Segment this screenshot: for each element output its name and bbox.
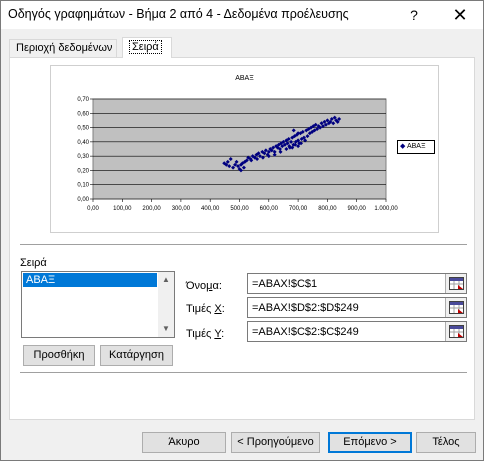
x-values-field[interactable] (247, 297, 467, 318)
y-tick-label: 0,70 (77, 97, 89, 103)
name-input[interactable] (248, 274, 445, 293)
x-tick-label: 600,00 (260, 206, 279, 212)
range-picker-icon (449, 301, 464, 314)
chart-legend: ◆ ABAΞ (397, 140, 435, 154)
finish-button[interactable]: Τέλος (416, 432, 476, 453)
y-tick-label: 0,30 (77, 154, 89, 160)
x-tick-label: 200,00 (142, 206, 161, 212)
tab-series[interactable]: Σειρά (122, 37, 172, 58)
x-tick-label: 100,00 (113, 206, 132, 212)
x-tick-label: 700,00 (289, 206, 308, 212)
title-bar: Οδηγός γραφημάτων - Βήμα 2 από 4 - Δεδομ… (1, 1, 483, 29)
y-tick-label: 0,00 (77, 197, 89, 203)
series-tab-panel: ABAΞ 0,00 0,10 0,20 0,30 0,40 0,50 0,60 0,70 0,0… (9, 57, 475, 420)
x-tick-label: 0,00 (87, 206, 99, 212)
x-tick-label: 1.000,00 (374, 206, 398, 212)
legend-entry: ABAΞ (406, 143, 426, 150)
scroll-down-icon[interactable]: ▼ (158, 321, 174, 337)
y-range-picker-button[interactable] (445, 322, 466, 341)
y-tick-label: 0,20 (77, 168, 89, 174)
x-label-text: Τιμές (186, 303, 215, 315)
x-tick-label: 500,00 (230, 206, 249, 212)
plot-area (92, 98, 387, 200)
range-picker-icon (449, 277, 464, 290)
y-label-text: Τιμές (186, 328, 215, 340)
add-series-button[interactable]: Προσθήκη (23, 345, 95, 366)
tab-series-label: Σειρά (129, 40, 162, 54)
name-range-picker-button[interactable] (445, 274, 466, 293)
remove-series-button[interactable]: Κατάργηση (100, 345, 173, 366)
y-tick-label: 0,40 (77, 140, 89, 146)
x-tick-label: 900,00 (348, 206, 367, 212)
x-tick-label: 800,00 (318, 206, 337, 212)
divider (20, 372, 467, 374)
name-label-text: Όνο (186, 280, 207, 292)
cancel-button[interactable]: Άκυρο (142, 432, 226, 453)
range-picker-icon (449, 325, 464, 338)
series-listbox[interactable]: ABAΞ ▲ ▼ (21, 271, 175, 338)
x-label-suffix: : (221, 303, 225, 315)
close-button[interactable]: ✕ (437, 1, 483, 29)
y-tick-label: 0,10 (77, 183, 89, 189)
help-button[interactable]: ? (391, 1, 437, 29)
y-tick-label: 0,50 (77, 126, 89, 132)
listbox-scrollbar[interactable]: ▲ ▼ (158, 272, 174, 337)
y-tick-label: 0,60 (77, 111, 89, 117)
y-label-suffix: : (221, 328, 225, 340)
tab-data-range-label: Περιοχή δεδομένων (16, 42, 113, 54)
y-values-field[interactable] (247, 321, 467, 342)
y-values-label: Τιμές Y: (186, 328, 224, 340)
tab-data-range[interactable]: Περιοχή δεδομένων (9, 39, 117, 57)
chart-preview: ABAΞ 0,00 0,10 0,20 0,30 0,40 0,50 0,60 0,70 0,0… (50, 65, 439, 233)
divider (20, 244, 467, 246)
chart-wizard-dialog: Οδηγός γραφημάτων - Βήμα 2 από 4 - Δεδομ… (0, 0, 484, 461)
next-button[interactable]: Επόμενο > (328, 432, 412, 453)
series-list-item[interactable]: ABAΞ (23, 273, 157, 287)
window-title: Οδηγός γραφημάτων - Βήμα 2 από 4 - Δεδομ… (8, 7, 349, 21)
back-button[interactable]: < Προηγούμενο (231, 432, 320, 453)
name-label-suffix: α: (212, 280, 222, 292)
name-field[interactable] (247, 273, 467, 294)
x-range-picker-button[interactable] (445, 298, 466, 317)
series-section-label: Σειρά (20, 257, 47, 269)
scroll-up-icon[interactable]: ▲ (158, 272, 174, 288)
x-tick-label: 300,00 (172, 206, 191, 212)
x-values-input[interactable] (248, 298, 445, 317)
legend-marker-icon: ◆ (400, 143, 406, 150)
x-tick-label: 400,00 (201, 206, 220, 212)
x-label-accesskey: X (214, 303, 222, 315)
x-values-label: Τιμές X: (186, 303, 225, 315)
y-values-input[interactable] (248, 322, 445, 341)
scatter-chart: 0,00 0,10 0,20 0,30 0,40 0,50 0,60 0,70 0,00 100,… (77, 97, 398, 212)
name-field-label: Όνομα: (186, 280, 222, 292)
